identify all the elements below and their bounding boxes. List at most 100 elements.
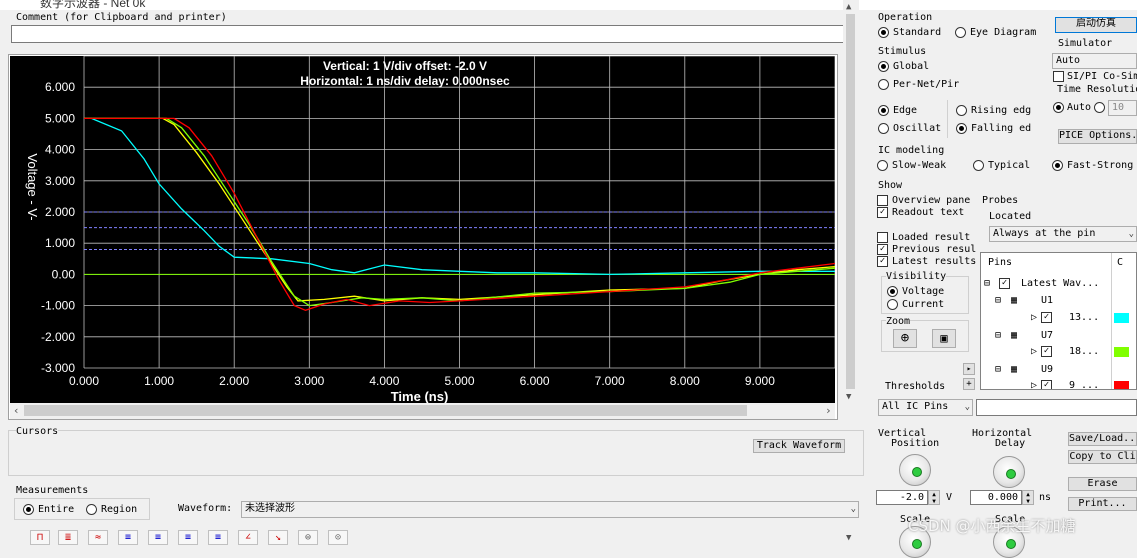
save-load-button[interactable]: Save/Load... <box>1068 432 1137 446</box>
add-icon[interactable]: + <box>963 378 975 390</box>
measure-tool-icon[interactable]: ≡ <box>148 530 168 545</box>
measure-tool-icon[interactable]: ≡ <box>118 530 138 545</box>
expand-arrow-icon[interactable]: ▸ <box>963 363 975 375</box>
pin-u1-color-swatch[interactable] <box>1114 313 1129 323</box>
thresholds-title: Thresholds <box>885 381 946 392</box>
horizontal-spin-icon[interactable]: ▲ ▼ <box>1022 490 1034 505</box>
scroll-up-icon[interactable]: ▲ <box>846 2 851 12</box>
tree-collapse-icon[interactable]: ⊟ <box>984 278 990 289</box>
scroll-thumb[interactable] <box>24 405 747 416</box>
horizontal-delay-input[interactable]: 0.000 <box>970 490 1022 505</box>
oscillat-radio[interactable] <box>878 123 889 134</box>
falling-edge-radio[interactable] <box>956 123 967 134</box>
zoom-fit-icon[interactable]: ▣ <box>932 329 956 348</box>
current-label: Current <box>902 299 945 310</box>
y-tick-label: 6.000 <box>45 80 75 94</box>
thresholds-select[interactable]: All IC Pins ⌄ <box>878 399 973 416</box>
measure-tool-icon[interactable]: ≡ <box>178 530 198 545</box>
global-radio[interactable] <box>878 61 889 72</box>
pin-u7-checkbox[interactable]: ✓ <box>1041 346 1052 357</box>
scroll-left-icon[interactable]: ‹ <box>13 404 20 417</box>
plot-horizontal-scrollbar[interactable]: ‹ › <box>10 403 835 419</box>
fast-strong-radio[interactable] <box>1052 160 1063 171</box>
pernet-radio[interactable] <box>878 79 889 90</box>
rising-edge-label: Rising edg <box>971 105 1032 116</box>
typical-radio[interactable] <box>973 160 984 171</box>
scroll-down-icon[interactable]: ▼ <box>846 392 851 402</box>
measure-tool-icon[interactable]: ⊙ <box>328 530 348 545</box>
x-tick-label: 0.000 <box>69 374 99 388</box>
pins-color-header: C <box>1117 257 1124 268</box>
latest-wave-checkbox[interactable]: ✓ <box>999 278 1010 289</box>
vertical-position-knob[interactable] <box>899 454 931 486</box>
standard-radio[interactable] <box>878 27 889 38</box>
entire-radio[interactable] <box>23 504 34 515</box>
previous-result-checkbox[interactable]: ✓ <box>877 244 888 255</box>
tree-collapse-icon[interactable]: ⊟ <box>995 330 1001 341</box>
vertical-position-input[interactable]: -2.0 <box>876 490 928 505</box>
spice-options-button[interactable]: PICE Options... <box>1058 129 1137 144</box>
comment-input[interactable] <box>11 25 850 43</box>
waveform-select-value: 未选择波形 <box>245 503 295 514</box>
tree-collapse-icon[interactable]: ⊟ <box>995 295 1001 306</box>
scroll-right-icon[interactable]: › <box>825 404 832 417</box>
horizontal-delay-knob[interactable] <box>993 456 1025 488</box>
pin-u9-color-swatch[interactable] <box>1114 381 1129 389</box>
edge-radio[interactable] <box>878 105 889 116</box>
edge-label: Edge <box>893 105 918 116</box>
vertical-spin-icon[interactable]: ▲ ▼ <box>928 490 940 505</box>
voltage-radio[interactable] <box>887 286 898 297</box>
readout-text-checkbox[interactable]: ✓ <box>877 207 888 218</box>
measure-tool-icon[interactable]: ⊜ <box>298 530 318 545</box>
overview-pane-checkbox[interactable] <box>877 195 888 206</box>
pin-u7-color-swatch[interactable] <box>1114 347 1129 357</box>
operation-title: Operation <box>878 12 933 23</box>
track-waveform-button[interactable]: Track Waveform <box>753 439 845 453</box>
loaded-result-checkbox[interactable] <box>877 232 888 243</box>
y-tick-label: 2.000 <box>45 205 75 219</box>
start-simulation-button[interactable]: 启动仿真 <box>1055 17 1137 33</box>
pins-tree[interactable]: Pins C ⊟ ✓ Latest Wav... ⊟ ▦ U1 ▷ ✓ 13..… <box>980 252 1137 390</box>
pin-u1-checkbox[interactable]: ✓ <box>1041 312 1052 323</box>
measure-tool-icon[interactable]: ≣ <box>58 530 78 545</box>
measure-tool-icon[interactable]: ∠ <box>238 530 258 545</box>
tree-collapse-icon[interactable]: ⊟ <box>995 364 1001 375</box>
scroll-down-icon-2[interactable]: ▼ <box>846 533 851 543</box>
erase-button[interactable]: Erase <box>1068 477 1137 491</box>
threshold-value-input[interactable] <box>976 399 1137 416</box>
simulator-select[interactable]: Auto <box>1052 53 1137 69</box>
time-auto-label: Auto <box>1067 102 1092 113</box>
measure-tool-icon[interactable]: ≈ <box>88 530 108 545</box>
current-radio[interactable] <box>887 299 898 310</box>
measure-tool-icon[interactable]: ≡ <box>208 530 228 545</box>
time-custom-radio[interactable] <box>1094 102 1105 113</box>
window-title: 数字示波器 - Net 0k <box>40 0 146 10</box>
time-resolution-input[interactable]: 10 <box>1108 100 1137 116</box>
y-tick-label: -2.000 <box>41 330 75 344</box>
pane-scroll-thumb[interactable] <box>846 14 855 389</box>
pernet-label: Per-Net/Pir <box>893 79 960 90</box>
ic-chip-icon: ▦ <box>1011 330 1018 341</box>
y-tick-label: 3.000 <box>45 174 75 188</box>
x-tick-label: 9.000 <box>745 374 775 388</box>
copy-to-clipboard-button[interactable]: Copy to Cli <box>1068 450 1137 464</box>
waveform-select[interactable]: 未选择波形 ⌄ <box>241 501 859 518</box>
print-button[interactable]: Print... <box>1068 497 1137 511</box>
pin-u9-checkbox[interactable]: ✓ <box>1041 380 1052 389</box>
measure-tool-icon[interactable]: ↘ <box>268 530 288 545</box>
waveform-chart: 6.000 5.000 4.000 3.000 2.000 1.000 0.00 -1.000… <box>25 55 836 404</box>
located-select[interactable]: Always at the pin ⌄ <box>989 226 1137 242</box>
chevron-down-icon: ⌄ <box>1128 229 1134 239</box>
time-auto-radio[interactable] <box>1053 102 1064 113</box>
waveform-label: Waveform: <box>178 503 233 514</box>
rising-edge-radio[interactable] <box>956 105 967 116</box>
eye-diagram-radio[interactable] <box>955 27 966 38</box>
oscilloscope-plot[interactable]: 6.000 5.000 4.000 3.000 2.000 1.000 0.00 -1.000… <box>10 55 836 404</box>
region-radio[interactable] <box>86 504 97 515</box>
measure-tool-icon[interactable]: ⊓ <box>30 530 50 545</box>
y-axis-title: Voltage - V- <box>25 153 40 220</box>
latest-results-checkbox[interactable]: ✓ <box>877 256 888 267</box>
cosim-checkbox[interactable] <box>1053 71 1064 82</box>
zoom-in-icon[interactable]: ⊕ <box>893 329 917 348</box>
slow-weak-radio[interactable] <box>877 160 888 171</box>
